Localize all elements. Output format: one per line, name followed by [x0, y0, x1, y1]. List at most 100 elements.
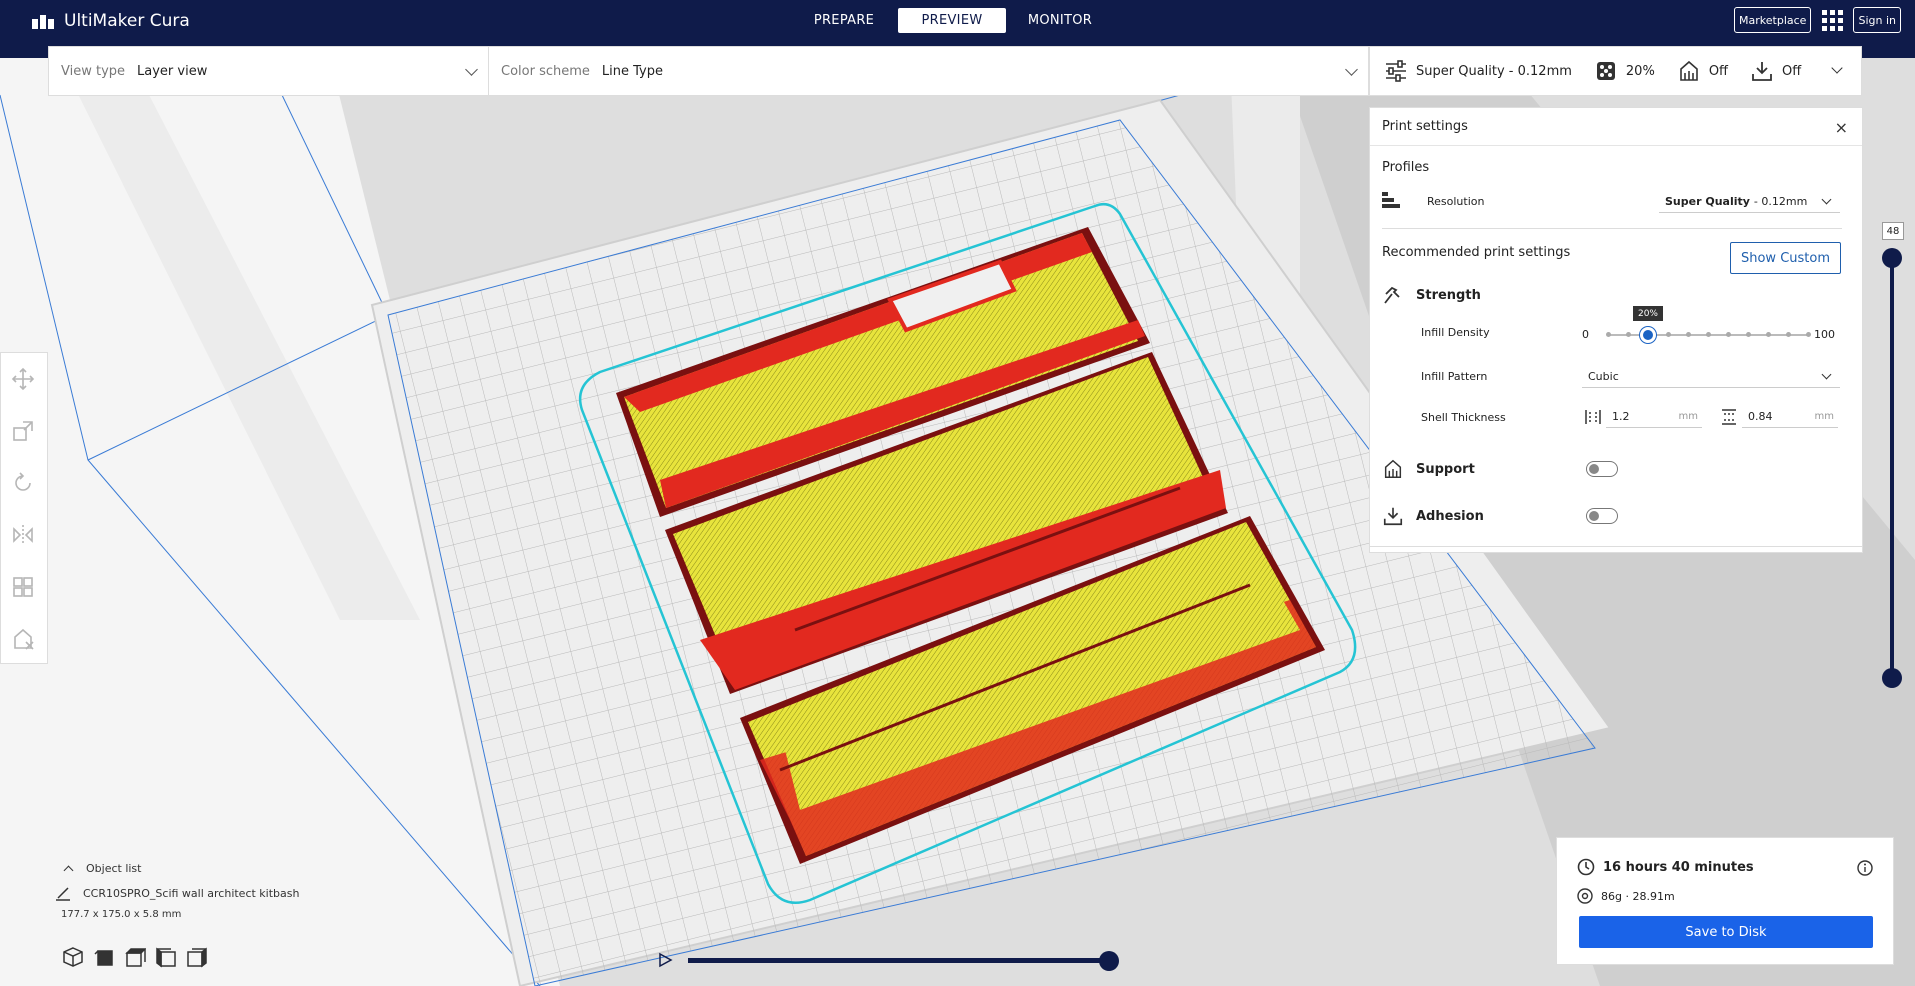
play-icon[interactable] [657, 952, 673, 968]
adhesion-label: Adhesion [1416, 508, 1484, 524]
path-slider-handle[interactable] [1099, 951, 1119, 971]
tab-monitor[interactable]: MONITOR [1006, 8, 1114, 33]
slider-tick [1746, 332, 1751, 337]
strength-category: Strength [1382, 284, 1481, 306]
layer-slider-lower-handle[interactable] [1882, 668, 1902, 688]
object-list-label: Object list [86, 861, 142, 875]
apps-grid-icon[interactable] [1821, 9, 1844, 31]
infill-density-label: Infill Density [1421, 326, 1490, 339]
layer-slider-track[interactable] [1890, 252, 1894, 676]
view-right-icon[interactable] [186, 946, 208, 968]
camera-view-buttons [62, 946, 208, 968]
slider-tick [1726, 332, 1731, 337]
view-top-icon[interactable] [124, 946, 146, 968]
view-left-icon[interactable] [155, 946, 177, 968]
resolution-select[interactable]: Super Quality - 0.12mm [1659, 191, 1840, 213]
color-scheme-select[interactable]: Color scheme Line Type [489, 47, 1368, 95]
color-scheme-value: Line Type [601, 63, 663, 79]
pencil-icon [56, 887, 70, 901]
sign-in-button[interactable]: Sign in [1853, 7, 1901, 33]
tab-preview[interactable]: PREVIEW [898, 8, 1006, 33]
mirror-icon[interactable] [11, 523, 35, 547]
infill-icon [1596, 62, 1615, 80]
object-item[interactable]: CCR10SPRO_Scifi wall architect kitbash [55, 885, 355, 901]
slider-tick [1706, 332, 1711, 337]
object-list: Object list CCR10SPRO_Scifi wall archite… [55, 856, 355, 920]
view-3d-icon[interactable] [62, 946, 84, 968]
header-actions: Marketplace Sign in [1734, 7, 1901, 33]
object-name: CCR10SPRO_Scifi wall architect kitbash [83, 886, 300, 900]
save-to-disk-button[interactable]: Save to Disk [1579, 916, 1873, 948]
support-icon [1384, 459, 1402, 478]
view-type-select[interactable]: View type Layer view [49, 47, 489, 95]
toggle-knob [1589, 511, 1599, 521]
info-icon[interactable] [1857, 860, 1873, 876]
infill-summary-text: 20% [1625, 63, 1655, 79]
material-usage-text: 86g · 28.91m [1601, 889, 1675, 903]
toggle-knob [1589, 464, 1599, 474]
show-custom-button[interactable]: Show Custom [1730, 242, 1841, 274]
object-list-toggle[interactable]: Object list [55, 856, 355, 880]
top-bottom-thickness-unit: mm [1814, 411, 1834, 422]
object-dimensions: 177.7 x 175.0 x 5.8 mm [61, 909, 182, 920]
wall-thickness-icon [1585, 410, 1601, 424]
stage-tabs: PREPARE PREVIEW MONITOR [790, 8, 1114, 33]
resolution-icon [1382, 192, 1400, 208]
chevron-down-icon [1831, 62, 1843, 74]
clock-icon [1577, 858, 1595, 876]
current-layer-input[interactable]: 48 [1882, 222, 1904, 240]
resolution-select-bold: Super Quality [1665, 195, 1750, 208]
chevron-up-icon [63, 865, 74, 875]
top-bottom-thickness-value: 0.84 [1748, 410, 1773, 423]
material-usage: 86g · 28.91m [1577, 888, 1675, 904]
slider-tick [1666, 332, 1671, 337]
infill-min-label: 0 [1582, 328, 1589, 341]
infill-density-handle[interactable] [1640, 327, 1656, 343]
color-scheme-label: Color scheme [501, 63, 590, 79]
app-logo[interactable]: UltiMaker Cura [32, 10, 190, 32]
print-estimate-card: 16 hours 40 minutes 86g · 28.91m Save to… [1556, 837, 1894, 965]
infill-pattern-label: Infill Pattern [1421, 370, 1488, 383]
strength-label: Strength [1416, 287, 1481, 303]
support-summary-text: Off [1708, 63, 1729, 79]
path-slider-track[interactable] [688, 958, 1108, 963]
support-toggle[interactable] [1586, 461, 1618, 477]
scale-icon[interactable] [11, 419, 35, 443]
panel-resize-handle[interactable] [1370, 546, 1862, 552]
top-bottom-thickness-icon [1722, 409, 1736, 425]
wall-thickness-input[interactable]: 1.2 mm [1606, 406, 1702, 428]
view-front-icon[interactable] [93, 946, 115, 968]
print-settings-header: Print settings × [1370, 108, 1862, 146]
adhesion-toggle[interactable] [1586, 508, 1618, 524]
infill-density-slider[interactable]: 20% [1606, 306, 1811, 343]
support-blocker-icon[interactable] [11, 627, 35, 651]
rotate-icon[interactable] [11, 471, 35, 495]
top-bottom-thickness-input[interactable]: 0.84 mm [1742, 406, 1838, 428]
profile-summary: Super Quality - 0.12mm [1384, 59, 1572, 83]
wall-thickness-unit: mm [1678, 411, 1698, 422]
support-label: Support [1416, 461, 1475, 477]
close-icon[interactable]: × [1835, 118, 1848, 137]
tab-prepare[interactable]: PREPARE [790, 8, 898, 33]
layer-slider-upper-handle[interactable] [1882, 248, 1902, 268]
adhesion-summary: Off [1750, 59, 1801, 83]
support-icon [1680, 60, 1698, 81]
slider-tick [1686, 332, 1691, 337]
move-icon[interactable] [11, 367, 35, 391]
resolution-select-rest: - 0.12mm [1753, 195, 1808, 208]
chevron-down-icon [1821, 194, 1832, 205]
profiles-title: Profiles [1382, 160, 1430, 175]
shell-thickness-label: Shell Thickness [1421, 411, 1506, 424]
profile-summary-text: Super Quality - 0.12mm [1416, 63, 1572, 79]
marketplace-button[interactable]: Marketplace [1734, 7, 1812, 33]
print-settings-summary[interactable]: Super Quality - 0.12mm 20% Off Off [1369, 46, 1862, 96]
sliders-icon [1386, 60, 1406, 82]
infill-pattern-select[interactable]: Cubic [1582, 366, 1840, 388]
chevron-down-icon [465, 63, 478, 76]
adhesion-summary-text: Off [1782, 63, 1802, 79]
slider-tick [1806, 332, 1811, 337]
adhesion-category: Adhesion [1382, 505, 1484, 527]
hammer-icon [1384, 286, 1400, 304]
per-model-settings-icon[interactable] [11, 575, 35, 599]
infill-summary: 20% [1594, 59, 1655, 83]
